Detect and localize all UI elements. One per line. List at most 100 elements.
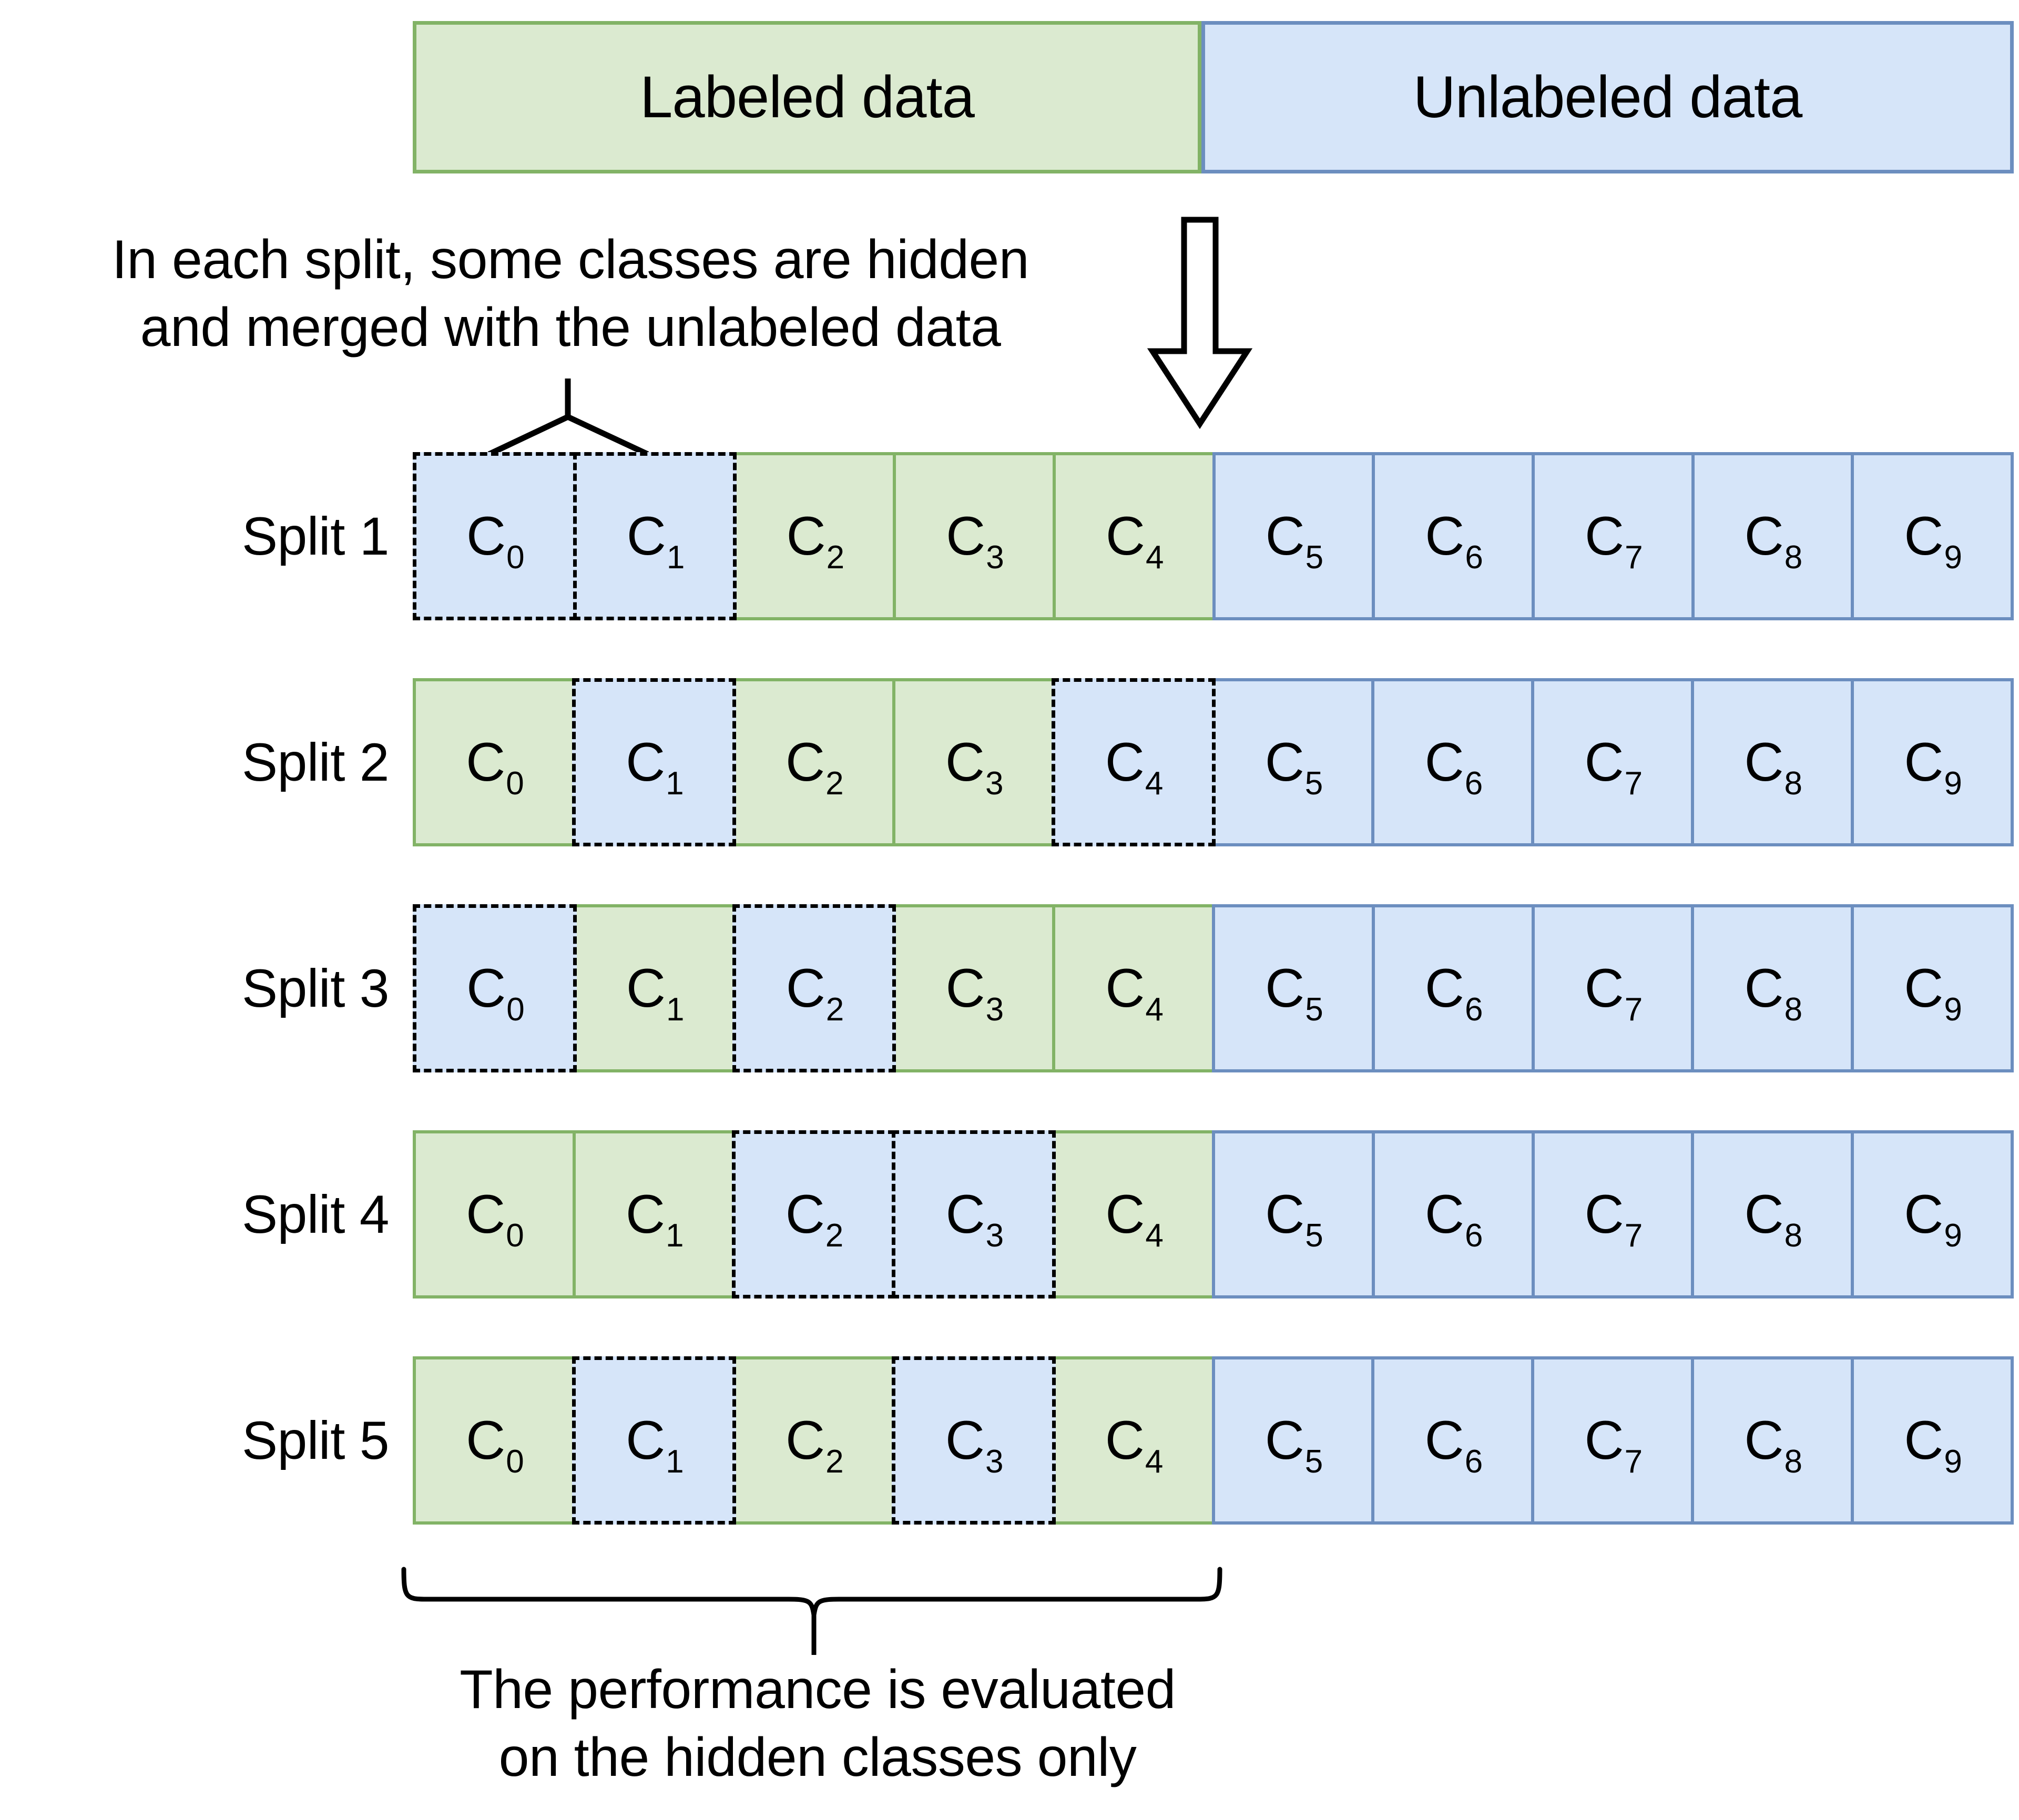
class-cell-label: C4 bbox=[1105, 732, 1164, 800]
split-row-label: Split 3 bbox=[242, 958, 390, 1018]
class-cell-index: 5 bbox=[1305, 1218, 1323, 1254]
class-cell-unlabeled[interactable]: C9 bbox=[1851, 1356, 2014, 1525]
class-cell-hidden[interactable]: C0 bbox=[413, 904, 577, 1072]
class-cell-labeled[interactable]: C4 bbox=[1052, 452, 1216, 620]
class-cell-name: C bbox=[1904, 1184, 1943, 1245]
class-cell-index: 9 bbox=[1944, 1218, 1962, 1254]
split-class-track: C0 C1 C2 C3 C4 C5 C6 C7 C8 C9 bbox=[413, 1130, 2014, 1298]
class-cell-labeled[interactable]: C3 bbox=[892, 678, 1055, 846]
class-cell-hidden[interactable]: C2 bbox=[731, 1130, 896, 1298]
class-cell-unlabeled[interactable]: C7 bbox=[1531, 452, 1695, 620]
class-cell-labeled[interactable]: C2 bbox=[732, 678, 895, 846]
class-cell-name: C bbox=[1904, 958, 1943, 1019]
class-cell-unlabeled[interactable]: C6 bbox=[1371, 1356, 1535, 1525]
class-cell-labeled[interactable]: C3 bbox=[892, 904, 1056, 1072]
class-cell-unlabeled[interactable]: C5 bbox=[1211, 1130, 1375, 1298]
legend-unlabeled-data: Unlabeled data bbox=[1201, 21, 2014, 173]
class-cell-labeled[interactable]: C0 bbox=[413, 1356, 576, 1525]
class-cell-label: C1 bbox=[626, 961, 685, 1026]
class-cell-name: C bbox=[626, 732, 665, 793]
class-cell-index: 8 bbox=[1784, 1218, 1802, 1254]
class-cell-unlabeled[interactable]: C6 bbox=[1371, 678, 1535, 846]
class-cell-label: C8 bbox=[1744, 735, 1802, 800]
class-cell-index: 8 bbox=[1784, 1444, 1802, 1480]
class-cell-unlabeled[interactable]: C5 bbox=[1212, 452, 1375, 620]
class-cell-hidden[interactable]: C1 bbox=[573, 452, 737, 620]
class-cell-label: C3 bbox=[945, 961, 1004, 1026]
class-cell-unlabeled[interactable]: C7 bbox=[1531, 904, 1695, 1072]
evaluation-annotation-line1: The performance is evaluated bbox=[460, 1659, 1176, 1720]
class-cell-unlabeled[interactable]: C5 bbox=[1211, 678, 1375, 846]
class-cell-name: C bbox=[1105, 958, 1145, 1019]
class-cell-name: C bbox=[1265, 1410, 1304, 1471]
class-cell-labeled[interactable]: C1 bbox=[572, 1130, 736, 1298]
class-cell-name: C bbox=[626, 1410, 665, 1471]
class-cell-index: 2 bbox=[825, 1218, 843, 1254]
class-cell-unlabeled[interactable]: C8 bbox=[1691, 1356, 1854, 1525]
class-cell-name: C bbox=[1904, 732, 1943, 793]
class-cell-name: C bbox=[1584, 732, 1624, 793]
class-cell-name: C bbox=[785, 1184, 825, 1245]
class-cell-name: C bbox=[945, 1410, 985, 1471]
class-cell-unlabeled[interactable]: C6 bbox=[1371, 904, 1535, 1072]
class-cell-label: C0 bbox=[466, 1413, 524, 1478]
class-cell-index: 7 bbox=[1624, 765, 1643, 802]
class-cell-labeled[interactable]: C0 bbox=[413, 1130, 576, 1298]
class-cell-name: C bbox=[785, 732, 825, 793]
class-cell-hidden[interactable]: C3 bbox=[892, 1130, 1056, 1298]
class-cell-index: 1 bbox=[666, 1444, 684, 1480]
class-cell-unlabeled[interactable]: C8 bbox=[1691, 904, 1854, 1072]
class-cell-label: C1 bbox=[626, 732, 684, 800]
class-cell-labeled[interactable]: C2 bbox=[733, 452, 896, 620]
class-cell-labeled[interactable]: C4 bbox=[1052, 1356, 1215, 1525]
class-cell-label: C7 bbox=[1585, 961, 1643, 1026]
class-cell-hidden[interactable]: C1 bbox=[572, 1356, 736, 1525]
class-cell-label: C4 bbox=[1105, 958, 1164, 1026]
class-cell-labeled[interactable]: C4 bbox=[1052, 1130, 1215, 1298]
legend-unlabeled-data-label: Unlabeled data bbox=[1413, 64, 1802, 130]
class-cell-name: C bbox=[1425, 506, 1464, 567]
class-cell-label: C9 bbox=[1904, 1410, 1962, 1478]
class-cell-label: C7 bbox=[1585, 1413, 1643, 1478]
class-cell-name: C bbox=[1265, 958, 1304, 1019]
class-cell-unlabeled[interactable]: C6 bbox=[1371, 1130, 1535, 1298]
class-cell-hidden[interactable]: C3 bbox=[891, 1356, 1056, 1525]
evaluation-annotation-line2: on the hidden classes only bbox=[498, 1726, 1137, 1788]
class-cell-labeled[interactable]: C1 bbox=[573, 904, 736, 1072]
class-cell-name: C bbox=[1904, 506, 1943, 567]
class-cell-unlabeled[interactable]: C5 bbox=[1211, 904, 1375, 1072]
class-cell-unlabeled[interactable]: C5 bbox=[1211, 1356, 1375, 1525]
class-cell-hidden[interactable]: C1 bbox=[572, 678, 736, 846]
class-cell-unlabeled[interactable]: C8 bbox=[1691, 452, 1854, 620]
class-cell-unlabeled[interactable]: C6 bbox=[1372, 452, 1535, 620]
class-cell-name: C bbox=[945, 732, 985, 793]
class-cell-label: C2 bbox=[785, 732, 844, 800]
class-cell-label: C2 bbox=[785, 1184, 844, 1252]
class-cell-index: 3 bbox=[985, 1444, 1003, 1480]
class-cell-unlabeled[interactable]: C7 bbox=[1531, 1130, 1695, 1298]
class-cell-unlabeled[interactable]: C7 bbox=[1531, 678, 1695, 846]
class-cell-hidden[interactable]: C0 bbox=[413, 452, 577, 620]
class-cell-unlabeled[interactable]: C9 bbox=[1851, 452, 2014, 620]
class-cell-index: 2 bbox=[825, 991, 844, 1028]
class-cell-index: 9 bbox=[1944, 991, 1962, 1028]
class-cell-unlabeled[interactable]: C9 bbox=[1851, 678, 2014, 846]
class-cell-unlabeled[interactable]: C8 bbox=[1691, 1130, 1854, 1298]
class-cell-name: C bbox=[1904, 1410, 1943, 1471]
class-cell-labeled[interactable]: C0 bbox=[413, 678, 576, 846]
class-cell-hidden[interactable]: C4 bbox=[1051, 678, 1216, 846]
class-cell-unlabeled[interactable]: C9 bbox=[1851, 904, 2014, 1072]
class-cell-name: C bbox=[1105, 732, 1145, 793]
class-cell-unlabeled[interactable]: C7 bbox=[1531, 1356, 1695, 1525]
class-cell-labeled[interactable]: C2 bbox=[732, 1356, 895, 1525]
class-cell-index: 6 bbox=[1465, 539, 1483, 576]
class-cell-index: 5 bbox=[1304, 765, 1323, 802]
class-cell-hidden[interactable]: C2 bbox=[732, 904, 896, 1072]
class-cell-unlabeled[interactable]: C8 bbox=[1691, 678, 1854, 846]
split-class-track: C0 C1 C2 C3 C4 C5 C6 C7 C8 C9 bbox=[413, 678, 2014, 846]
class-cell-unlabeled[interactable]: C9 bbox=[1851, 1130, 2014, 1298]
class-cell-labeled[interactable]: C4 bbox=[1052, 904, 1215, 1072]
class-cell-index: 5 bbox=[1305, 991, 1323, 1028]
class-cell-labeled[interactable]: C3 bbox=[893, 452, 1056, 620]
data-legend-bar: Labeled data Unlabeled data bbox=[413, 21, 2014, 173]
